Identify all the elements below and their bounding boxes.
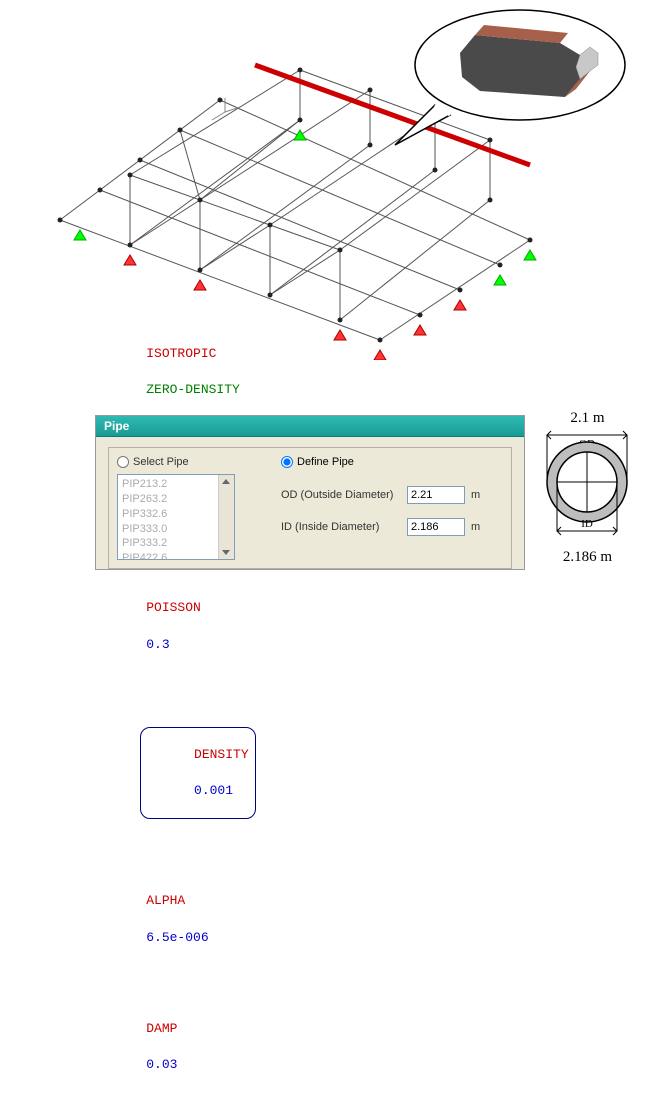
poisson-value: 0.3 [146, 637, 169, 652]
poisson-keyword: POISSON [146, 600, 201, 615]
damp-value: 0.03 [146, 1057, 177, 1072]
list-item[interactable]: PIP263.2 [122, 492, 214, 507]
id-unit: m [471, 521, 480, 533]
id-dimension-text: 2.186 m [535, 549, 640, 566]
pipe-dialog-title: Pipe [96, 416, 524, 437]
pipe-dialog: Pipe Select Pipe PIP213.2 PIP263.2 PIP33… [95, 415, 525, 570]
structural-diagram [0, 0, 660, 380]
alpha-keyword: ALPHA [146, 893, 185, 908]
list-item[interactable]: PIP422.6 [122, 551, 214, 560]
id-label: ID (Inside Diameter) [281, 521, 401, 533]
pipe-cross-section: 2.1 m OD ID 2.186 m [535, 410, 640, 570]
od-label: OD (Outside Diameter) [281, 489, 401, 501]
od-input[interactable] [407, 486, 465, 504]
define-pipe-label: Define Pipe [297, 456, 354, 468]
density-keyword: DENSITY [194, 747, 249, 762]
pipe-preset-list[interactable]: PIP213.2 PIP263.2 PIP332.6 PIP333.0 PIP3… [117, 474, 235, 560]
list-item[interactable]: PIP332.6 [122, 507, 214, 522]
list-item[interactable]: PIP213.2 [122, 477, 214, 492]
density-value: 0.001 [194, 783, 233, 798]
define-pipe-radio[interactable] [281, 456, 293, 468]
od-unit: m [471, 489, 480, 501]
list-item[interactable]: PIP333.0 [122, 522, 214, 537]
select-pipe-radio[interactable] [117, 456, 129, 468]
material-properties: ISOTROPIC ZERO-DENSITY E 1.99947e+008 PO… [115, 290, 256, 1110]
scrollbar[interactable] [218, 475, 234, 559]
density-highlight: DENSITY 0.001 [140, 727, 255, 820]
id-input[interactable] [407, 518, 465, 536]
material-name: ZERO-DENSITY [146, 382, 240, 397]
id-label-tag: ID [581, 518, 593, 530]
isotropic-keyword: ISOTROPIC [146, 346, 216, 361]
select-pipe-label: Select Pipe [133, 456, 189, 468]
list-item[interactable]: PIP333.2 [122, 536, 214, 551]
damp-keyword: DAMP [146, 1021, 177, 1036]
alpha-value: 6.5e-006 [146, 930, 208, 945]
od-dimension-text: 2.1 m [535, 410, 640, 427]
member-callout [380, 5, 630, 155]
